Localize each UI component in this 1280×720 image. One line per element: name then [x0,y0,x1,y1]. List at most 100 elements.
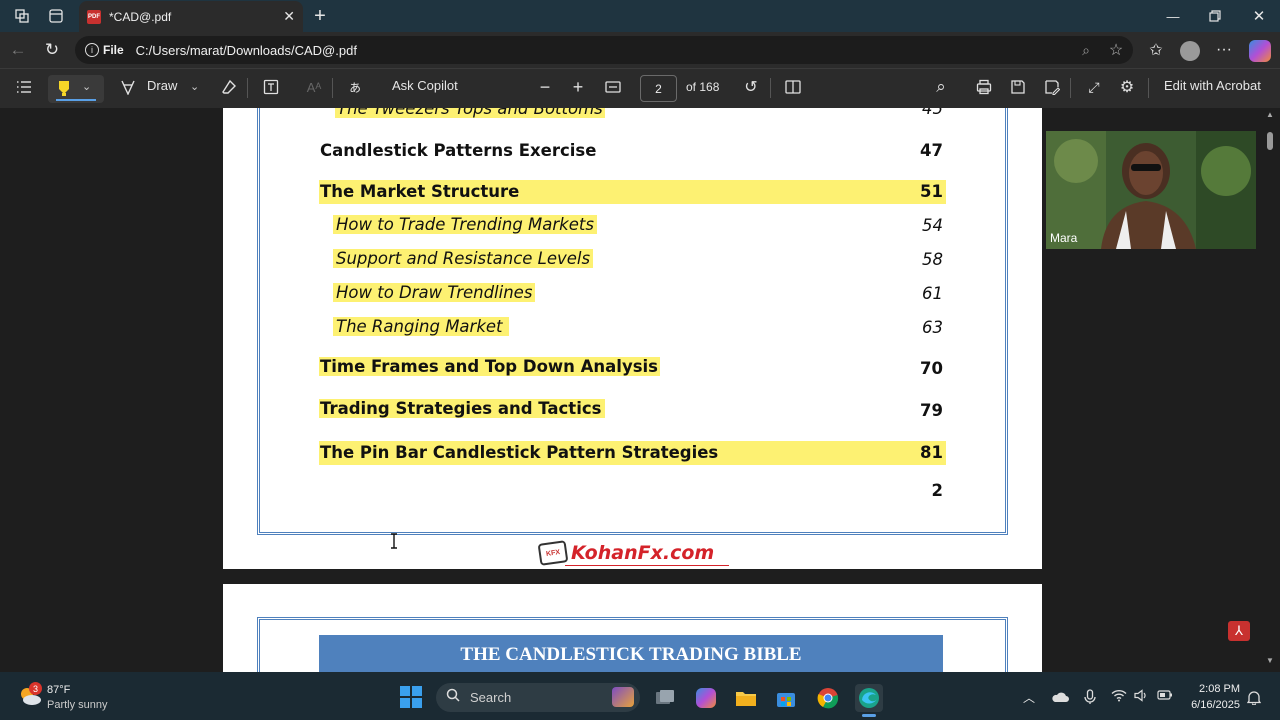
page-number-input[interactable]: 2 [640,75,677,102]
address-bar[interactable]: i File C:/Users/marat/Downloads/CAD@.pdf [75,36,1133,64]
print-icon[interactable] [973,76,995,98]
profile-avatar[interactable] [1180,41,1200,61]
onedrive-icon[interactable] [1051,690,1069,708]
kfx-badge: KFX [537,540,569,566]
book-title-banner: THE CANDLESTICK TRADING BIBLE [319,635,943,672]
webcam-overlay: Mara [1046,131,1256,249]
toc-entry-ranging-market[interactable]: The Ranging Market [333,317,509,336]
pdf-page-3: THE CANDLESTICK TRADING BIBLE [223,584,1042,672]
edit-with-acrobat-button[interactable]: Edit with Acrobat [1164,78,1261,93]
toc-page-51: 51 [920,182,943,201]
search-icon[interactable]: ⌕ [930,76,952,98]
toc-entry-support-resistance[interactable]: Support and Resistance Levels [333,249,594,268]
toc-page-47: 47 [920,141,943,160]
back-icon[interactable]: ← [6,38,30,62]
task-view-icon[interactable] [651,684,679,712]
page-view-icon[interactable] [782,76,804,98]
toc-page-63: 63 [922,318,943,337]
toc-page-61: 61 [922,284,943,303]
tray-overflow-icon[interactable]: ︿ [1023,689,1035,706]
tab-actions-icon[interactable] [44,4,68,28]
file-label: File [103,43,124,57]
store-icon[interactable] [772,684,800,712]
favorite-star-icon[interactable]: ☆ [1104,38,1128,62]
toc-page-45: 45 [922,108,943,118]
start-windows-icon[interactable] [400,686,422,708]
toc-entry-market-structure[interactable]: The Market Structure [320,182,519,201]
toc-entry-candlestick-exercise[interactable]: Candlestick Patterns Exercise [320,141,596,160]
new-tab-icon[interactable]: + [308,4,332,28]
participant-name: Mara [1050,231,1078,245]
zoom-out-icon[interactable]: − [534,76,556,98]
save-as-icon[interactable] [1041,76,1063,98]
tab-title: *CAD@.pdf [109,9,172,24]
text-box-icon[interactable] [260,76,282,98]
settings-gear-icon[interactable]: ⚙ [1116,76,1138,98]
acrobat-icon[interactable]: ⅄ [1228,621,1250,641]
toc-entry-pin-bar[interactable]: The Pin Bar Candlestick Pattern Strategi… [320,443,718,462]
scrollbar-thumb[interactable] [1267,132,1273,150]
eraser-icon[interactable] [218,76,240,98]
draw-icon [117,76,139,98]
address-url[interactable]: C:/Users/marat/Downloads/CAD@.pdf [136,43,357,58]
copilot-icon[interactable] [1249,40,1271,62]
refresh-icon[interactable]: ↻ [40,38,64,62]
draw-button[interactable]: Draw [147,78,177,93]
zoom-in-icon[interactable]: + [567,76,589,98]
workspaces-icon[interactable] [10,4,34,28]
ask-copilot-button[interactable]: Ask Copilot [392,78,458,93]
taskbar-search[interactable]: Search [436,683,640,712]
fit-page-icon[interactable] [602,76,624,98]
clock-time[interactable]: 2:08 PM [1190,683,1240,695]
file-explorer-icon[interactable] [732,684,760,712]
page-total: of 168 [686,80,720,94]
clock-date[interactable]: 6/16/2025 [1184,699,1240,711]
logo-underline [565,565,729,566]
edge-icon[interactable] [855,684,883,712]
more-menu-icon[interactable]: ··· [1212,38,1236,62]
active-tab[interactable]: PDF *CAD@.pdf ✕ [79,1,303,32]
highlight-button[interactable]: ⌄ [48,75,104,103]
page-number: 2 [931,481,943,500]
zoom-icon[interactable]: ⌕ [1074,38,1098,62]
minimize-icon[interactable]: — [1158,5,1188,27]
copilot-app-icon[interactable] [692,684,720,712]
chrome-icon[interactable] [814,684,842,712]
read-aloud-icon[interactable]: ぁ [344,76,366,98]
contents-list-icon[interactable] [13,76,35,98]
weather-badge: 3 [29,682,42,695]
restore-icon[interactable] [1200,5,1230,27]
pdf-page-2: The Tweezers Tops and Bottoms 45 Candles… [223,108,1042,569]
notification-bell-icon[interactable] [1246,690,1262,710]
rotate-icon[interactable]: ↺ [740,76,762,98]
battery-icon[interactable] [1157,689,1173,704]
toc-page-81: 81 [920,443,943,462]
chevron-down-icon[interactable]: ⌄ [82,80,91,93]
close-tab-icon[interactable]: ✕ [283,8,295,25]
text-cursor-icon [389,533,399,549]
search-icon [446,688,460,707]
info-icon[interactable]: i [85,43,99,57]
toc-entry-trading-strategies[interactable]: Trading Strategies and Tactics [319,399,606,418]
volume-icon[interactable] [1134,689,1148,705]
wifi-icon[interactable] [1111,689,1127,705]
toc-entry-time-frames[interactable]: Time Frames and Top Down Analysis [319,357,660,376]
microphone-icon[interactable] [1084,689,1096,708]
save-icon[interactable] [1007,76,1029,98]
favorites-icon[interactable]: ✩ [1144,38,1168,62]
pdf-file-icon: PDF [87,9,101,24]
text-size-icon: A͏ᴬ [306,79,322,95]
weather-temp[interactable]: 87°F [47,684,70,696]
brand-name: KohanFx.com [571,542,715,564]
kohanfx-logo: KFX KohanFx.com [537,540,729,566]
fullscreen-icon[interactable]: ⤢ [1083,76,1105,98]
toc-entry-trending-markets[interactable]: How to Trade Trending Markets [333,215,597,234]
toc-page-54: 54 [922,216,943,235]
search-highlight-icon [612,687,634,707]
toc-entry-tweezers[interactable]: The Tweezers Tops and Bottoms [335,108,605,118]
scrollbar[interactable]: ▲ ▼ [1263,108,1276,672]
close-window-icon[interactable]: ✕ [1244,5,1274,27]
weather-desc[interactable]: Partly sunny [47,699,108,711]
draw-chevron-icon[interactable]: ⌄ [190,80,199,93]
toc-entry-draw-trendlines[interactable]: How to Draw Trendlines [333,283,536,302]
